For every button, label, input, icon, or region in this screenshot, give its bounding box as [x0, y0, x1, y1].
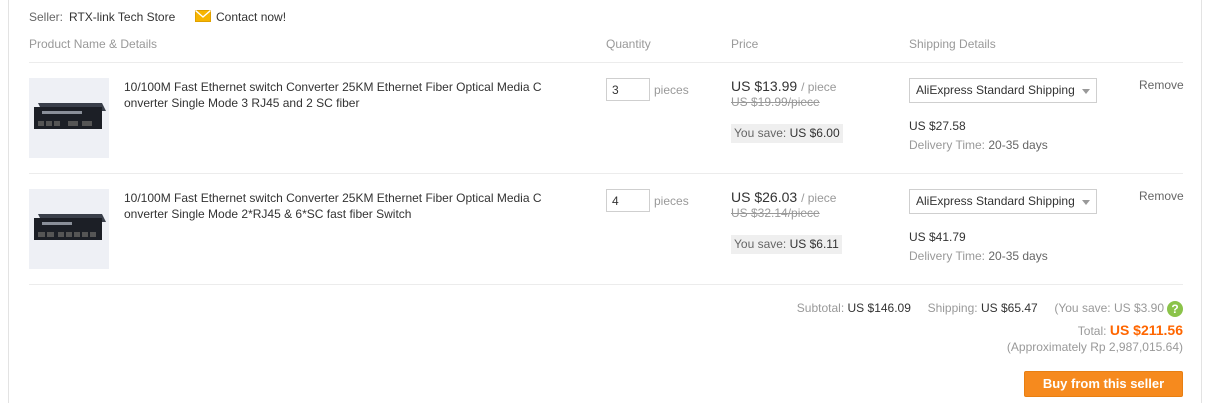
remove-item-link[interactable]: Remove — [1139, 189, 1184, 203]
delivery-time: Delivery Time: 20-35 days — [909, 249, 1048, 263]
per-piece-label: / piece — [801, 191, 837, 205]
approx-local-total: (Approximately Rp 2,987,015.64) — [1006, 340, 1183, 354]
contact-now-link[interactable]: Contact now! — [216, 10, 286, 24]
envelope-icon[interactable] — [195, 9, 211, 22]
unit-price-value: US $13.99 — [731, 78, 798, 94]
quantity-input[interactable]: 4 — [606, 189, 650, 212]
total-label: Total: — [1077, 324, 1107, 338]
per-piece-label: / piece — [801, 80, 837, 94]
shipping-method-value: AliExpress Standard Shipping — [916, 194, 1075, 208]
unit-price: US $26.03 / piece — [731, 189, 836, 205]
shipping-method-select[interactable]: AliExpress Standard Shipping — [909, 189, 1097, 214]
column-header-shipping: Shipping Details — [909, 37, 996, 51]
savings-badge: You save: US $6.11 — [731, 235, 842, 254]
chevron-down-icon — [1082, 89, 1090, 94]
row-divider — [29, 284, 1183, 285]
delivery-time-value: 20-35 days — [988, 249, 1048, 263]
savings-amount: US $6.11 — [789, 237, 839, 251]
chevron-down-icon — [1082, 200, 1090, 205]
product-image[interactable] — [29, 189, 109, 269]
savings-label: You save: — [734, 126, 787, 140]
product-title-link[interactable]: 10/100M Fast Ethernet switch Converter 2… — [124, 79, 544, 111]
seller-label: Seller: — [29, 10, 64, 24]
savings-amount: US $6.00 — [789, 126, 840, 140]
seller-name-link[interactable]: RTX-link Tech Store — [69, 10, 175, 24]
shipping-method-select[interactable]: AliExpress Standard Shipping — [909, 78, 1097, 103]
question-icon[interactable]: ? — [1167, 301, 1183, 317]
pieces-label: pieces — [654, 83, 689, 97]
shipping-total-value: US $65.47 — [980, 301, 1038, 316]
header-divider — [29, 62, 1183, 63]
column-header-price: Price — [731, 37, 759, 51]
buy-from-seller-button[interactable]: Buy from this seller — [1024, 371, 1183, 397]
subtotal-value: US $146.09 — [847, 301, 911, 316]
delivery-time-label: Delivery Time: — [909, 249, 986, 263]
order-total: Total: US $211.56 — [1078, 322, 1183, 338]
row-divider — [29, 173, 1183, 174]
column-header-product: Product Name & Details — [29, 37, 158, 51]
shipping-cost: US $27.58 — [909, 119, 966, 133]
delivery-time: Delivery Time: 20-35 days — [909, 138, 1048, 152]
shipping-method-value: AliExpress Standard Shipping — [916, 83, 1075, 97]
original-price: US $19.99/piece — [731, 95, 820, 109]
total-savings: (You save: US $3.90 — [1054, 301, 1164, 316]
subtotal-label: Subtotal: — [796, 301, 845, 316]
delivery-time-label: Delivery Time: — [909, 138, 986, 152]
delivery-time-value: 20-35 days — [988, 138, 1048, 152]
unit-price: US $13.99 / piece — [731, 78, 836, 94]
pieces-label: pieces — [654, 194, 689, 208]
shipping-total-label: Shipping: — [927, 301, 978, 316]
savings-label: You save: — [734, 237, 787, 251]
order-summary-line: Subtotal: US $146.09 Shipping: US $65.47… — [797, 301, 1183, 317]
seller-order-panel: Seller: RTX-link Tech Store Contact now!… — [8, 0, 1202, 403]
remove-item-link[interactable]: Remove — [1139, 78, 1184, 92]
shipping-cost: US $41.79 — [909, 230, 966, 244]
savings-badge: You save: US $6.00 — [731, 124, 843, 143]
product-title-link[interactable]: 10/100M Fast Ethernet switch Converter 2… — [124, 190, 544, 222]
unit-price-value: US $26.03 — [731, 189, 798, 205]
total-value: US $211.56 — [1109, 322, 1183, 338]
original-price: US $32.14/piece — [731, 206, 820, 220]
column-header-quantity: Quantity — [606, 37, 651, 51]
product-image[interactable] — [29, 78, 109, 158]
quantity-input[interactable]: 3 — [606, 78, 650, 101]
